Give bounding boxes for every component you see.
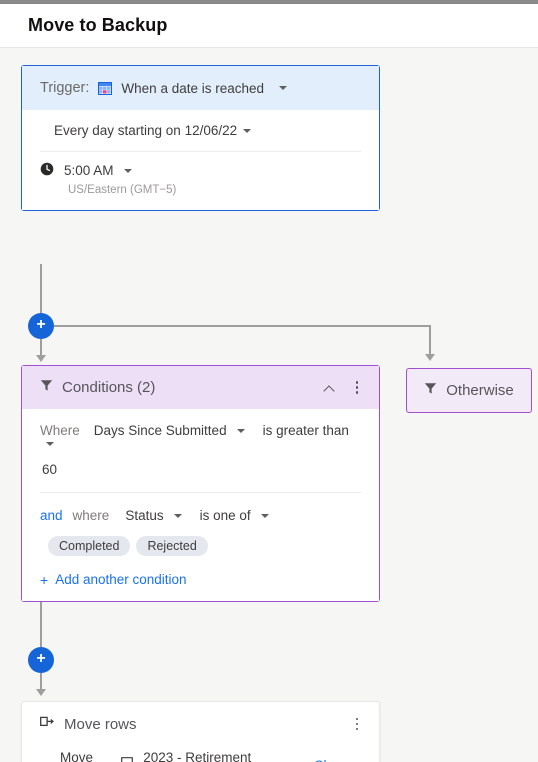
otherwise-card[interactable]: Otherwise bbox=[406, 368, 532, 413]
add-another-condition-label: Add another condition bbox=[55, 572, 187, 587]
add-step-plus-icon: + bbox=[36, 650, 46, 667]
condition-row-2: and where Status is one of bbox=[40, 508, 361, 523]
otherwise-label: Otherwise bbox=[446, 382, 514, 399]
condition-field-dropdown[interactable]: Days Since Submitted bbox=[94, 423, 227, 438]
add-another-condition-button[interactable]: + Add another condition bbox=[40, 572, 361, 587]
add-step-plus-icon: + bbox=[36, 316, 46, 333]
sheet-icon bbox=[121, 756, 134, 762]
trigger-schedule-value: Every day starting on 12/06/22 bbox=[54, 123, 238, 138]
chip-value[interactable]: Rejected bbox=[136, 536, 208, 556]
chevron-down-icon[interactable] bbox=[243, 128, 252, 133]
condition-field-dropdown[interactable]: Status bbox=[125, 508, 163, 523]
chevron-down-icon[interactable] bbox=[173, 513, 182, 518]
trigger-schedule-row[interactable]: Every day starting on 12/06/22 bbox=[40, 110, 361, 152]
filter-icon bbox=[40, 379, 53, 397]
trigger-label: Trigger: bbox=[40, 80, 90, 96]
filter-icon bbox=[424, 382, 437, 400]
trigger-body: Every day starting on 12/06/22 5:00 AM U… bbox=[22, 110, 379, 210]
connector-trigger-to-branch bbox=[40, 264, 42, 313]
trigger-type-value[interactable]: When a date is reached bbox=[121, 81, 264, 96]
trigger-time-line: 5:00 AM bbox=[40, 162, 361, 179]
conditions-title: Conditions (2) bbox=[62, 379, 156, 396]
move-destination-name: 2023 - Retirement Reques... bbox=[143, 750, 252, 762]
condition-operator-dropdown[interactable]: is greater than bbox=[263, 423, 349, 438]
chevron-down-icon[interactable] bbox=[236, 428, 245, 433]
chevron-down-icon[interactable] bbox=[260, 513, 269, 518]
connector-conditions-to-action-branch bbox=[40, 598, 42, 647]
condition-conjunction-toggle[interactable]: and bbox=[40, 508, 63, 523]
condition-row-1: Where Days Since Submitted is greater th… bbox=[40, 423, 361, 446]
arrow-to-conditions bbox=[36, 355, 46, 362]
condition-operator-dropdown[interactable]: is one of bbox=[200, 508, 251, 523]
condition-where-label: Where bbox=[40, 423, 80, 438]
move-rows-icon bbox=[40, 715, 55, 733]
move-rows-header: Move rows bbox=[22, 702, 379, 746]
workflow-canvas: + + Trigger: When a date is reached Ever… bbox=[0, 48, 538, 762]
trigger-card: Trigger: When a date is reached Every da… bbox=[21, 65, 380, 211]
title-bar: Move to Backup bbox=[0, 4, 538, 48]
move-rows-card: Move rows Move to: 2023 - Retirement Req… bbox=[21, 701, 380, 762]
plus-icon: + bbox=[40, 571, 49, 588]
grid-table-icon bbox=[98, 81, 113, 95]
clock-icon bbox=[40, 162, 54, 179]
add-step-button-bottom[interactable]: + bbox=[28, 647, 54, 673]
chevron-down-icon[interactable] bbox=[123, 168, 132, 173]
arrow-to-action bbox=[36, 689, 46, 696]
kebab-menu-icon[interactable] bbox=[349, 380, 365, 396]
conditions-header: Conditions (2) bbox=[22, 366, 379, 409]
connector-branch-to-otherwise bbox=[429, 325, 431, 357]
condition-value-chips: Completed Rejected bbox=[40, 536, 361, 556]
conditions-divider bbox=[40, 492, 361, 493]
condition-value-input[interactable]: 60 bbox=[40, 462, 361, 477]
chevron-down-icon[interactable] bbox=[279, 86, 288, 90]
conditions-card: Conditions (2) Where Days Since Submitte… bbox=[21, 365, 380, 602]
move-to-label: Move to: bbox=[60, 750, 94, 762]
connector-branch-horizontal bbox=[54, 325, 431, 327]
trigger-time-row: 5:00 AM US/Eastern (GMT−5) bbox=[22, 152, 379, 210]
arrow-to-otherwise bbox=[425, 354, 435, 361]
trigger-timezone: US/Eastern (GMT−5) bbox=[68, 184, 177, 196]
chevron-up-icon[interactable] bbox=[323, 381, 337, 395]
move-rows-title: Move rows bbox=[64, 715, 137, 733]
add-step-button-top[interactable]: + bbox=[28, 313, 54, 339]
move-rows-destination-row: Move to: 2023 - Retirement Reques... Cha… bbox=[22, 746, 379, 762]
page-title: Move to Backup bbox=[28, 15, 168, 35]
trigger-time-value[interactable]: 5:00 AM bbox=[64, 163, 114, 178]
chevron-down-icon[interactable] bbox=[46, 442, 54, 446]
change-destination-link[interactable]: Change bbox=[314, 758, 361, 762]
condition-where-label: where bbox=[72, 508, 110, 523]
conditions-body: Where Days Since Submitted is greater th… bbox=[22, 409, 379, 601]
kebab-menu-icon[interactable] bbox=[349, 716, 365, 732]
chip-value[interactable]: Completed bbox=[48, 536, 131, 556]
trigger-header: Trigger: When a date is reached bbox=[22, 66, 379, 110]
